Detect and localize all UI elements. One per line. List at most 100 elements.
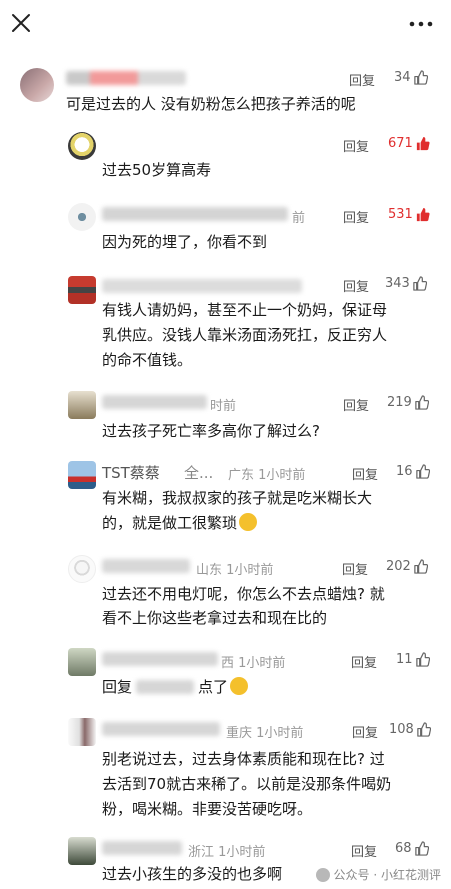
like-button[interactable]: 671: [388, 136, 430, 151]
thumbs-up-icon: [414, 559, 428, 574]
avatar[interactable]: [20, 68, 54, 102]
comment-item: 回复 34 可是过去的人 没有奶粉怎么把孩子养活的呢: [0, 66, 451, 126]
avatar[interactable]: [68, 276, 96, 304]
comment-text: 过去孩子死亡率多高你了解过么?: [102, 422, 320, 440]
watermark-text: 公众号 · 小红花测评: [333, 868, 441, 882]
username-blurred[interactable]: [102, 652, 218, 666]
watermark: 公众号 · 小红花测评: [315, 866, 441, 883]
reply-button[interactable]: 回复: [351, 841, 377, 860]
reply-button[interactable]: 回复: [349, 70, 375, 89]
like-count: 11: [396, 652, 413, 667]
reply-button[interactable]: 回复: [342, 559, 368, 578]
reply-item: 重庆 1小时前 回复 108 别老说过去，过去身体素质能和现在比? 过 去活到7…: [0, 718, 451, 818]
comment-text-segment: 的，就是做工很繁琐: [102, 514, 238, 532]
reply-item: 前 回复 531 因为死的埋了，你看不到: [0, 203, 451, 263]
comment-text-line: 看不上你这些老拿过去和现在比的: [102, 609, 328, 627]
username-blurred[interactable]: [102, 841, 182, 855]
thumbs-up-icon: [415, 652, 430, 667]
avatar[interactable]: [68, 132, 96, 160]
like-count: 34: [394, 70, 411, 85]
comment-time: 广东 1小时前: [228, 468, 306, 483]
avatar[interactable]: [68, 391, 96, 419]
avatar[interactable]: [68, 555, 96, 583]
like-count: 16: [396, 464, 413, 479]
reply-item: 西 1小时前 回复 11 回复 点了: [0, 648, 451, 708]
wechat-icon: [315, 867, 330, 882]
thumbs-up-icon: [415, 395, 429, 410]
reply-button[interactable]: 回复: [343, 395, 369, 414]
avatar[interactable]: [68, 837, 96, 865]
reply-item: 回复 343 有钱人请奶妈，甚至不止一个奶妈，保证母 乳供应。没钱人靠米汤面汤死…: [0, 274, 451, 374]
mentioned-user-blurred[interactable]: [136, 680, 195, 694]
like-button[interactable]: 219: [387, 395, 429, 410]
comment-text-line: 有米糊，我叔叔家的孩子就是吃米糊长大: [102, 489, 373, 507]
reply-button[interactable]: 回复: [351, 652, 377, 671]
like-button[interactable]: 343: [385, 276, 427, 291]
comment-text: 可是过去的人 没有奶粉怎么把孩子养活的呢: [66, 95, 356, 113]
like-button[interactable]: 34: [394, 70, 428, 85]
reply-button[interactable]: 回复: [343, 136, 369, 155]
top-bar: [0, 0, 451, 52]
thumbs-up-icon: [414, 841, 429, 856]
username-suffix[interactable]: 全...: [184, 462, 213, 483]
avatar[interactable]: [68, 718, 96, 746]
username-blurred[interactable]: [66, 71, 186, 85]
like-count: 671: [388, 136, 413, 151]
reply-button[interactable]: 回复: [352, 464, 378, 483]
comment-text-line: 的命不值钱。: [102, 351, 193, 369]
like-count: 343: [385, 276, 410, 291]
username-blurred[interactable]: [102, 279, 302, 293]
grin-emoji-icon: [230, 677, 249, 695]
reply-button[interactable]: 回复: [343, 207, 369, 226]
comment-text-line: 去活到70就古来稀了。以前是没那条件喝奶: [102, 775, 392, 793]
comment-text: 过去小孩生的多没的也多啊: [102, 865, 283, 883]
more-dots-icon: [409, 21, 433, 27]
comment-text-segment: 点了: [198, 678, 229, 696]
avatar[interactable]: [68, 461, 96, 489]
close-button[interactable]: [8, 10, 34, 36]
reply-prefix: 回复: [102, 678, 133, 696]
comment-time: 前: [292, 211, 306, 226]
like-count: 108: [389, 722, 414, 737]
comment-text-line: 过去还不用电灯呢，你怎么不去点蜡烛? 就: [102, 585, 385, 603]
like-count: 531: [388, 207, 413, 222]
comment-text: 过去50岁算高寿: [102, 161, 212, 179]
username-blurred[interactable]: [102, 559, 190, 573]
comment-time: 时前: [210, 399, 237, 414]
like-button[interactable]: 68: [395, 841, 429, 856]
comment-text: 因为死的埋了，你看不到: [102, 233, 268, 251]
username-blurred[interactable]: [102, 722, 220, 736]
username[interactable]: TST蔡蔡: [102, 462, 160, 483]
username-blurred[interactable]: [102, 207, 288, 221]
like-button[interactable]: 531: [388, 207, 430, 222]
comment-time: 山东 1小时前: [196, 563, 274, 578]
like-button[interactable]: 202: [386, 559, 428, 574]
comment-text-line: 别老说过去，过去身体素质能和现在比? 过: [102, 750, 385, 768]
comment-text-line: 的，就是做工很繁琐: [102, 512, 442, 535]
like-count: 219: [387, 395, 412, 410]
like-button[interactable]: 16: [396, 464, 430, 479]
reply-item: 时前 回复 219 过去孩子死亡率多高你了解过么?: [0, 391, 451, 451]
grin-emoji-icon: [239, 513, 258, 531]
avatar[interactable]: [68, 648, 96, 676]
comment-text-line: 粉，喝米糊。非要没苦硬吃呀。: [102, 800, 313, 818]
avatar[interactable]: [68, 203, 96, 231]
comment-text: 回复 点了: [102, 676, 442, 699]
reply-button[interactable]: 回复: [352, 722, 378, 741]
thumbs-up-icon: [413, 276, 427, 291]
reply-item: TST蔡蔡 全... 广东 1小时前 回复 16 有米糊，我叔叔家的孩子就是吃米…: [0, 461, 451, 541]
comment-text-line: 乳供应。没钱人靠米汤面汤死扛，反正穷人: [102, 326, 388, 344]
thumbs-up-icon: [415, 464, 430, 479]
comment-time: 浙江 1小时前: [188, 845, 266, 860]
reply-button[interactable]: 回复: [343, 276, 369, 295]
thumbs-up-icon: [413, 70, 428, 85]
like-button[interactable]: 108: [389, 722, 431, 737]
like-button[interactable]: 11: [396, 652, 430, 667]
thumbs-up-filled-icon: [416, 136, 430, 151]
more-options-button[interactable]: [407, 14, 435, 34]
username-blurred[interactable]: [102, 395, 207, 409]
comment-text-line: 有钱人请奶妈，甚至不止一个奶妈，保证母: [102, 301, 388, 319]
like-count: 202: [386, 559, 411, 574]
comment-time: 西 1小时前: [221, 656, 286, 671]
reply-item: 山东 1小时前 回复 202 过去还不用电灯呢，你怎么不去点蜡烛? 就 看不上你…: [0, 555, 451, 635]
